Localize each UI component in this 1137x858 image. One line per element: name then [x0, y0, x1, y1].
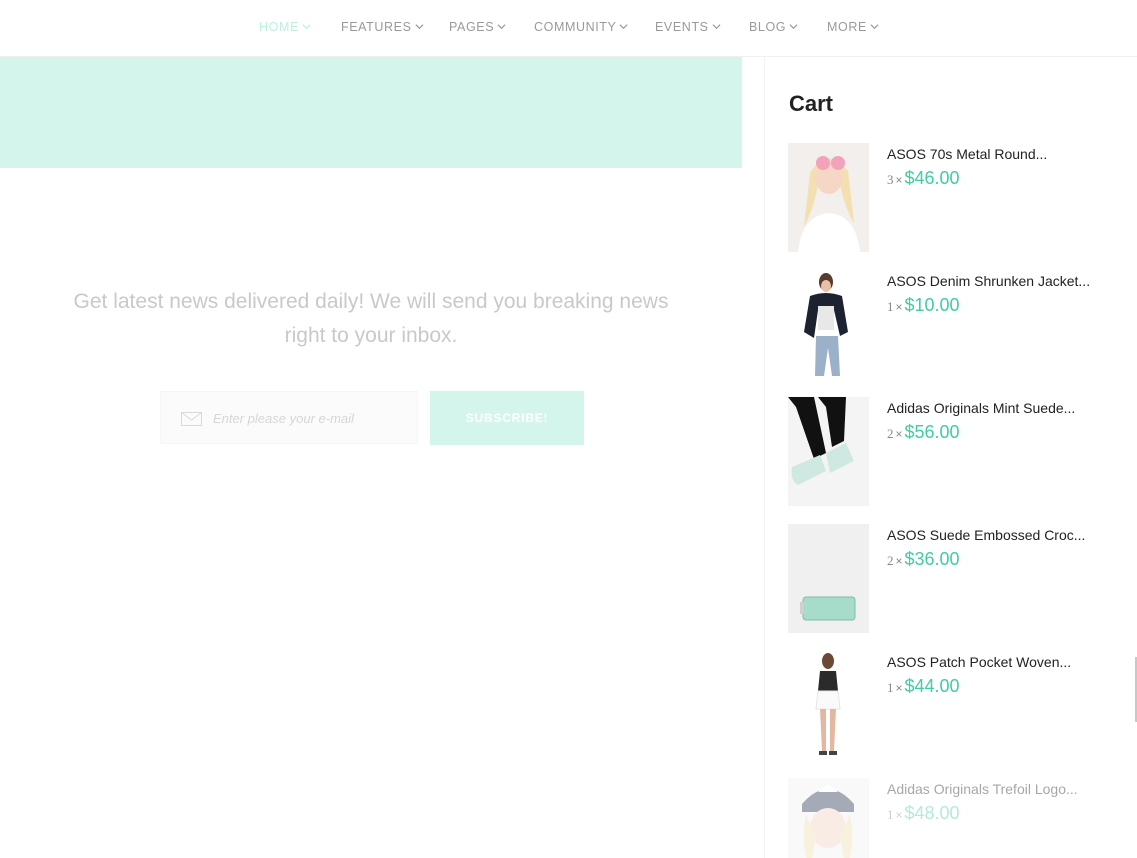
cart-item[interactable]: ASOS Patch Pocket Woven... 1 × $44.00: [788, 651, 1128, 761]
chevron-down-icon: [302, 24, 311, 30]
product-image: [788, 143, 869, 252]
nav-item-label: EVENTS: [655, 20, 709, 34]
product-image: [788, 524, 869, 633]
cart-item[interactable]: Adidas Originals Trefoil Logo... 1 × $48.0…: [788, 778, 1128, 858]
cart-sidebar: Cart ASOS 70s Metal Round... 3×$46.00: [764, 57, 1137, 858]
cart-item-price: $10.00: [904, 295, 960, 315]
cart-item-qty: 3: [887, 172, 894, 187]
cart-item-price: $36.00: [904, 549, 960, 569]
cap-model-photo[interactable]: [788, 778, 869, 858]
cart-item-name[interactable]: ASOS 70s Metal Round...: [887, 146, 1047, 162]
nav-list: HOME FEATURES PAGES COMMUNITY EVENTS BLO…: [0, 20, 1137, 38]
email-input[interactable]: [213, 408, 408, 428]
times-sign: ×: [895, 681, 903, 695]
product-image: [788, 778, 869, 858]
top-navigation: HOME FEATURES PAGES COMMUNITY EVENTS BLO…: [0, 0, 1137, 57]
cart-item-price: $46.00: [904, 168, 960, 188]
times-sign: ×: [895, 173, 903, 187]
nav-item-events[interactable]: EVENTS: [655, 20, 721, 34]
nav-item-home[interactable]: HOME: [259, 20, 311, 34]
cart-item[interactable]: Adidas Originals Mint Suede... 2 × $56.00: [788, 397, 1128, 507]
times-sign: ×: [895, 808, 903, 822]
mint-wallet-photo[interactable]: [788, 524, 869, 633]
chevron-down-icon: [415, 24, 424, 30]
denim-jacket-model-photo[interactable]: [788, 270, 869, 379]
chevron-down-icon: [789, 24, 798, 30]
product-image: [788, 270, 869, 379]
nav-item-community[interactable]: COMMUNITY: [534, 20, 628, 34]
cart-item[interactable]: ASOS Denim Shrunken Jacket... 1 × $10.00: [788, 270, 1128, 380]
cart-item[interactable]: ASOS Suede Embossed Croc... 2 × $36.00: [788, 524, 1128, 634]
times-sign: ×: [895, 427, 903, 441]
cart-item-name[interactable]: Adidas Originals Trefoil Logo...: [887, 781, 1078, 797]
nav-item-label: HOME: [259, 20, 299, 34]
cart-title: Cart: [789, 91, 834, 116]
chevron-down-icon: [712, 24, 721, 30]
cart-item-price-line: 2 × $36.00: [887, 549, 960, 570]
chevron-down-icon: [619, 24, 628, 30]
hero-banner: [0, 57, 742, 168]
mint-sneakers-photo[interactable]: [788, 397, 869, 506]
times-sign: ×: [895, 300, 903, 314]
nav-item-label: BLOG: [749, 20, 787, 34]
email-field-wrapper[interactable]: [160, 391, 418, 444]
product-image: [788, 651, 869, 760]
cart-item-qty: 1: [887, 680, 894, 695]
cart-item-price-line: 3 × $46.00: [887, 168, 960, 189]
cart-item-qty: 2: [887, 553, 894, 568]
nav-item-label: MORE: [827, 20, 867, 34]
product-image: [788, 397, 869, 506]
nav-item-pages[interactable]: PAGES: [449, 20, 506, 34]
nav-item-label: PAGES: [449, 20, 495, 34]
cart-item[interactable]: ASOS 70s Metal Round... 3 × $46.00: [788, 143, 1128, 253]
cart-item-name[interactable]: ASOS Suede Embossed Croc...: [887, 527, 1085, 543]
cart-item-price-line: 1 × $10.00: [887, 295, 960, 316]
cart-item-qty: 2: [887, 426, 894, 441]
nav-item-blog[interactable]: BLOG: [749, 20, 798, 34]
cart-item-name[interactable]: ASOS Patch Pocket Woven...: [887, 654, 1071, 670]
cart-item-price: $56.00: [904, 422, 960, 442]
envelope-icon: [181, 412, 202, 426]
shorts-model-photo[interactable]: [788, 651, 869, 760]
nav-item-label: FEATURES: [341, 20, 412, 34]
newsletter-text: Get latest news delivered daily! We will…: [73, 290, 669, 347]
sunglasses-model-photo[interactable]: [788, 143, 869, 252]
cart-item-name[interactable]: ASOS Denim Shrunken Jacket...: [887, 273, 1090, 289]
cart-item-price-line: 1 × $44.00: [887, 676, 960, 697]
cart-item-qty: 1: [887, 807, 894, 822]
cart-item-price-line: 2 × $56.00: [887, 422, 960, 443]
nav-item-features[interactable]: FEATURES: [341, 20, 424, 34]
cart-item-price-line: 1 × $48.00: [887, 803, 960, 824]
times-sign: ×: [895, 554, 903, 568]
subscribe-button[interactable]: SUBSCRIBE!: [430, 391, 584, 445]
nav-item-label: COMMUNITY: [534, 20, 617, 34]
cart-item-price: $48.00: [904, 803, 960, 823]
cart-item-name[interactable]: Adidas Originals Mint Suede...: [887, 400, 1075, 416]
cart-item-price: $44.00: [904, 676, 960, 696]
chevron-down-icon: [870, 24, 879, 30]
chevron-down-icon: [497, 24, 506, 30]
nav-item-more[interactable]: MORE: [827, 20, 879, 34]
cart-item-qty: 1: [887, 299, 894, 314]
